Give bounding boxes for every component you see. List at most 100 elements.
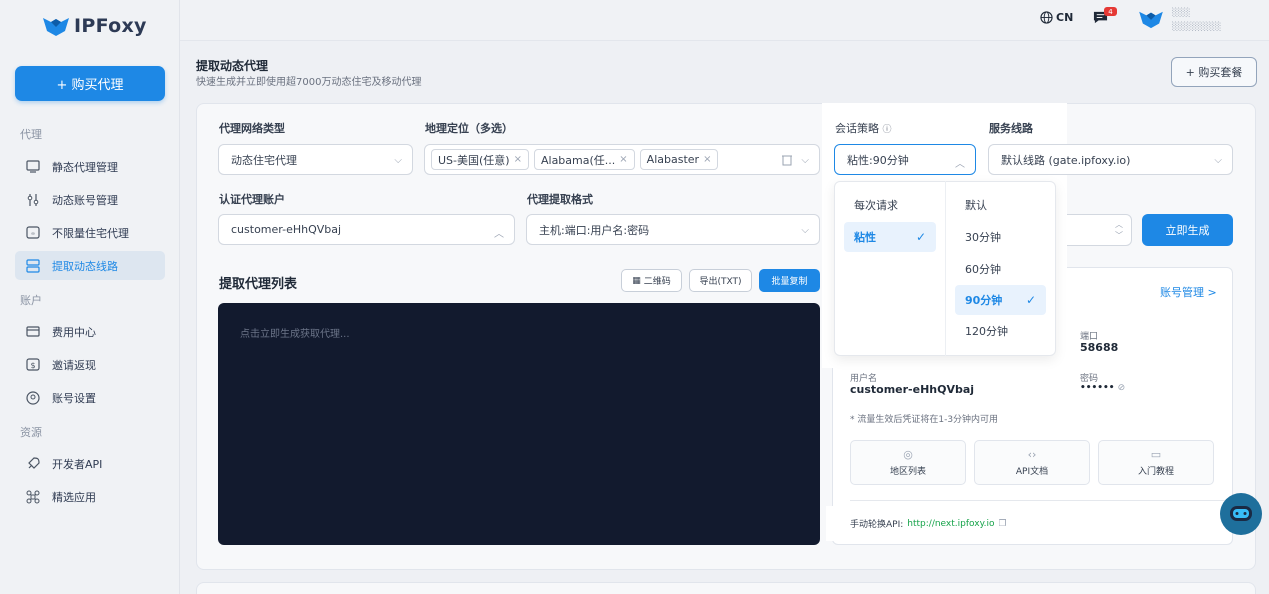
account-management-link[interactable]: 账号管理 > [1160, 284, 1217, 300]
sidebar-item-developer-api[interactable]: 开发者API [15, 449, 165, 478]
proxy-list-title: 提取代理列表 [219, 277, 298, 292]
chevron-down-icon: ⌵ [1214, 155, 1222, 166]
close-icon[interactable]: × [514, 154, 522, 165]
rotation-api-url[interactable]: http://next.ipfoxy.io [907, 519, 994, 529]
section-label-proxy: 代理 [20, 128, 42, 141]
close-icon[interactable]: × [703, 154, 711, 165]
rotation-api-box: 手动轮换API: http://next.ipfoxy.io ❐ [826, 506, 1039, 541]
tile-label: 入门教程 [1137, 467, 1174, 477]
monitor-icon [25, 159, 41, 175]
geo-label: 地理定位（多选） [425, 122, 513, 135]
chevron-up-icon: ︿ [494, 229, 504, 240]
sidebar-item-static-proxy[interactable]: 静态代理管理 [15, 152, 165, 181]
bulk-copy-button[interactable]: 批量复制 [759, 269, 820, 292]
check-icon: ✓ [1025, 293, 1036, 307]
geo-tag-label: US-美国(任意) [438, 153, 510, 167]
notification-badge: 4 [1104, 7, 1117, 16]
globe-icon: ◎ [903, 448, 913, 461]
option-60min[interactable]: 60分钟 [955, 254, 1046, 284]
sidebar-item-dynamic-accounts[interactable]: 动态账号管理 [15, 185, 165, 214]
bottom-card [196, 582, 1256, 594]
qr-code-button[interactable]: ▦ 二维码 [621, 269, 682, 292]
console-placeholder: 点击立即生成获取代理... [240, 329, 350, 340]
wallet-icon [25, 324, 41, 340]
format-label: 代理提取格式 [527, 193, 593, 206]
language-label: CN [1056, 11, 1074, 24]
section-label-account: 账户 [20, 294, 42, 307]
sidebar-item-label: 邀请返现 [52, 358, 96, 372]
sliders-icon [25, 192, 41, 208]
auth-account-value: customer-eHhQVbaj [231, 223, 342, 236]
tutorial-tile[interactable]: ▭ 入门教程 [1098, 440, 1214, 485]
rotation-api-label: 手动轮换API: [850, 520, 904, 530]
sidebar-item-label: 开发者API [52, 457, 103, 471]
sidebar-item-label: 提取动态线路 [52, 259, 118, 273]
session-select[interactable]: 粘性:90分钟 ︿ [834, 144, 976, 175]
fox-logo-icon [43, 18, 69, 36]
sidebar-item-label: 账号设置 [52, 391, 96, 405]
copy-icon[interactable]: ❐ [999, 519, 1007, 529]
geo-tag[interactable]: Alabaster × [639, 149, 719, 170]
avatar[interactable] [1138, 9, 1164, 32]
tile-label: API文档 [1015, 467, 1049, 477]
stepper-arrows-icon[interactable]: ︿ ﹀ [1115, 219, 1123, 241]
export-txt-button[interactable]: 导出(TXT) [689, 269, 752, 292]
route-select[interactable]: 默认线路 (gate.ipfoxy.io) ⌵ [988, 144, 1233, 175]
eye-off-icon[interactable]: ⊘ [1118, 383, 1126, 393]
unlimited-icon: ∞ [25, 225, 41, 241]
chevron-down-icon: ⌵ [394, 155, 402, 166]
sidebar-item-account-settings[interactable]: 账号设置 [15, 383, 165, 412]
info-icon[interactable]: ⓘ [883, 125, 892, 135]
sidebar-item-extract-dynamic[interactable]: 提取动态线路 [15, 251, 165, 280]
sidebar-item-billing[interactable]: 费用中心 [15, 317, 165, 346]
geo-multiselect[interactable]: US-美国(任意) × Alabama(任... × Alabaster × ⌵ [424, 144, 820, 175]
proxy-output-console[interactable]: 点击立即生成获取代理... [218, 303, 820, 545]
buy-package-button[interactable]: + 购买套餐 [1171, 57, 1257, 87]
sidebar-item-unlimited-residential[interactable]: ∞ 不限量住宅代理 [15, 218, 165, 247]
option-per-request[interactable]: 每次请求 [844, 190, 936, 220]
network-type-label: 代理网络类型 [219, 122, 285, 135]
format-select[interactable]: 主机:端口:用户名:密码 ⌵ [526, 214, 820, 245]
trash-icon[interactable] [781, 153, 793, 169]
close-icon[interactable]: × [619, 154, 627, 165]
sidebar: IPFoxy + 购买代理 代理 静态代理管理 动态账号管理 ∞ 不限量住宅代理… [0, 0, 180, 594]
sidebar-item-referral[interactable]: $ 邀请返现 [15, 350, 165, 379]
page-title: 提取动态代理 [196, 59, 269, 73]
generate-button[interactable]: 立即生成 [1142, 214, 1233, 246]
buy-proxy-button[interactable]: + 购买代理 [15, 66, 165, 101]
chat-bot-icon [1230, 506, 1252, 521]
port-value: 58688 [1080, 341, 1119, 354]
brand-name: IPFoxy [74, 15, 147, 37]
session-label: 会话策略 ⓘ [835, 120, 892, 136]
geo-tag[interactable]: Alabama(任... × [533, 149, 635, 170]
code-icon: ‹› [1027, 448, 1037, 461]
support-chat-button[interactable] [1220, 493, 1262, 535]
option-label: 90分钟 [965, 294, 1003, 307]
option-sticky[interactable]: 粘性 ✓ [844, 222, 936, 252]
option-90min[interactable]: 90分钟 ✓ [955, 285, 1046, 315]
auth-account-select[interactable]: customer-eHhQVbaj ︿ [218, 214, 515, 245]
fox-avatar-icon [1139, 11, 1163, 29]
network-type-select[interactable]: 动态住宅代理 ⌵ [218, 144, 413, 175]
sidebar-item-label: 动态账号管理 [52, 193, 118, 207]
section-label-resources: 资源 [20, 426, 42, 439]
api-docs-tile[interactable]: ‹› API文档 [974, 440, 1090, 485]
page-subtitle: 快速生成并立即使用超7000万动态住宅及移动代理 [196, 77, 422, 88]
option-30min[interactable]: 30分钟 [955, 222, 1046, 252]
language-switch[interactable]: CN [1040, 11, 1073, 24]
region-list-tile[interactable]: ◎ 地区列表 [850, 440, 966, 485]
sidebar-item-label: 不限量住宅代理 [52, 226, 129, 240]
option-default[interactable]: 默认 [955, 190, 1046, 220]
globe-icon [1040, 11, 1053, 24]
qr-code-label: 二维码 [643, 277, 671, 287]
option-120min[interactable]: 120分钟 [955, 316, 1046, 346]
server-icon [25, 258, 41, 274]
tile-label: 地区列表 [889, 467, 926, 477]
brand-logo[interactable]: IPFoxy [42, 12, 147, 40]
user-id-blurred: ░░░░░░░░ [1172, 22, 1222, 31]
qr-code-icon: ▦ [632, 275, 641, 286]
svg-text:$: $ [30, 361, 35, 370]
geo-tag-label: Alabaster [646, 153, 700, 166]
sidebar-item-featured-apps[interactable]: 精选应用 [15, 482, 165, 511]
geo-tag[interactable]: US-美国(任意) × [431, 149, 529, 170]
